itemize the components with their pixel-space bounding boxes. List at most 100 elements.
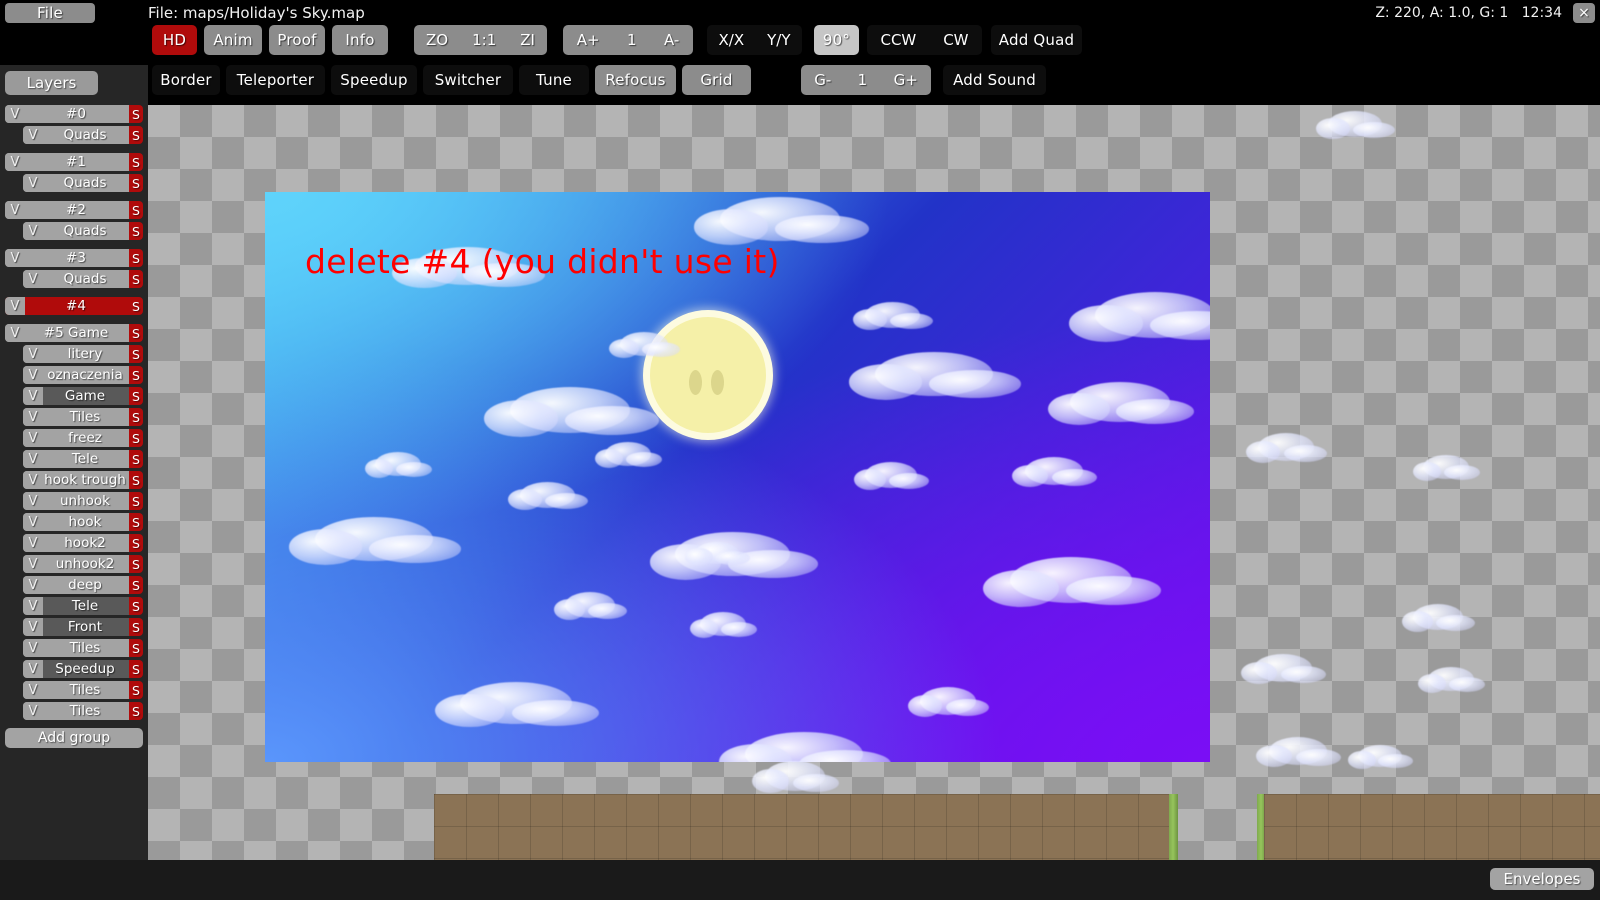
layer-row-body[interactable]: VQuads [23,222,129,240]
layer-visibility-toggle[interactable]: V [23,534,43,552]
flip-x-button[interactable]: X/X [707,25,756,55]
layer-row[interactable]: VTilesS [23,702,143,720]
layer-row-body[interactable]: Vhook [23,513,129,531]
layer-name-label[interactable]: #4 [25,298,129,314]
layer-name-label[interactable]: oznaczenia [43,367,129,383]
layer-solo-toggle[interactable]: S [129,471,143,489]
layer-solo-toggle[interactable]: S [129,201,143,219]
layer-solo-toggle[interactable]: S [129,153,143,171]
refocus-button[interactable]: Refocus [595,65,676,95]
layer-name-label[interactable]: Tiles [43,409,129,425]
layer-row[interactable]: Vhook2S [23,534,143,552]
tile-band-left[interactable] [434,794,1176,860]
layer-name-label[interactable]: unhook2 [43,556,129,572]
layer-name-label[interactable]: Front [43,619,129,635]
layer-row-body[interactable]: Vdeep [23,576,129,594]
layer-name-label[interactable]: Game [43,388,129,404]
border-button[interactable]: Border [152,65,220,95]
layer-group-row[interactable]: V#3S [5,249,143,267]
switcher-button[interactable]: Switcher [423,65,513,95]
layer-row[interactable]: VoznaczeniaS [23,366,143,384]
layer-row-body[interactable]: Vunhook2 [23,555,129,573]
layer-visibility-toggle[interactable]: V [5,105,25,123]
grid-button[interactable]: Grid [682,65,751,95]
rotate-ccw-button[interactable]: CCW [867,25,930,55]
proof-button[interactable]: Proof [269,25,325,55]
layer-solo-toggle[interactable]: S [129,681,143,699]
layer-row[interactable]: VfreezS [23,429,143,447]
layer-row-body[interactable]: Vfreez [23,429,129,447]
layer-row-body[interactable]: V#4 [5,297,129,315]
layer-row-body[interactable]: Vhook2 [23,534,129,552]
layer-row[interactable]: VQuadsS [23,126,143,144]
layer-row-body[interactable]: VTiles [23,408,129,426]
layer-visibility-toggle[interactable]: V [23,387,43,405]
tile-band-right[interactable] [1264,794,1600,860]
layer-name-label[interactable]: Quads [43,127,129,143]
layer-row-body[interactable]: Vhook trough [23,471,129,489]
layer-name-label[interactable]: Quads [43,271,129,287]
layer-row-body[interactable]: VSpeedup [23,660,129,678]
layer-row-body[interactable]: VTele [23,450,129,468]
layer-solo-toggle[interactable]: S [129,555,143,573]
layer-solo-toggle[interactable]: S [129,105,143,123]
layer-name-label[interactable]: freez [43,430,129,446]
layer-row[interactable]: VQuadsS [23,270,143,288]
layer-visibility-toggle[interactable]: V [23,555,43,573]
layer-solo-toggle[interactable]: S [129,366,143,384]
layer-name-label[interactable]: hook2 [43,535,129,551]
layer-solo-toggle[interactable]: S [129,387,143,405]
add-quad-button[interactable]: Add Quad [991,25,1082,55]
layer-visibility-toggle[interactable]: V [5,249,25,267]
layer-row[interactable]: Vhook troughS [23,471,143,489]
layer-visibility-toggle[interactable]: V [5,297,25,315]
layer-name-label[interactable]: unhook [43,493,129,509]
layer-solo-toggle[interactable]: S [129,492,143,510]
layer-name-label[interactable]: #3 [25,250,129,266]
layer-name-label[interactable]: Speedup [43,661,129,677]
layer-name-label[interactable]: #2 [25,202,129,218]
sky-quad-layer[interactable]: delete #4 (you didn't use it) [265,192,1210,762]
layer-visibility-toggle[interactable]: V [23,270,43,288]
layer-row[interactable]: VdeepS [23,576,143,594]
layer-row-body[interactable]: V#2 [5,201,129,219]
layer-group-row[interactable]: V#0S [5,105,143,123]
layer-solo-toggle[interactable]: S [129,324,143,342]
layer-row-body[interactable]: VQuads [23,174,129,192]
layer-group-row[interactable]: V#5 GameS [5,324,143,342]
layer-row-body[interactable]: V#5 Game [5,324,129,342]
layer-row-body[interactable]: Vlitery [23,345,129,363]
layer-visibility-toggle[interactable]: V [23,618,43,636]
layer-name-label[interactable]: #0 [25,106,129,122]
layer-row-body[interactable]: VTiles [23,639,129,657]
layer-solo-toggle[interactable]: S [129,345,143,363]
layer-visibility-toggle[interactable]: V [23,639,43,657]
grid-increase-button[interactable]: G+ [880,65,931,95]
layer-solo-toggle[interactable]: S [129,597,143,615]
zoom-out-button[interactable]: ZO [414,25,460,55]
map-viewport[interactable]: delete #4 (you didn't use it) [148,105,1600,860]
zoom-in-button[interactable]: ZI [508,25,547,55]
hd-button[interactable]: HD [152,25,197,55]
layer-row[interactable]: VQuadsS [23,222,143,240]
layer-row-body[interactable]: VQuads [23,270,129,288]
layer-name-label[interactable]: hook trough [43,472,129,488]
layer-row[interactable]: VSpeedupS [23,660,143,678]
layer-visibility-toggle[interactable]: V [23,222,43,240]
layer-name-label[interactable]: deep [43,577,129,593]
layer-row[interactable]: VFrontS [23,618,143,636]
layer-solo-toggle[interactable]: S [129,576,143,594]
layer-row-body[interactable]: Voznaczenia [23,366,129,384]
layer-visibility-toggle[interactable]: V [5,201,25,219]
layer-visibility-toggle[interactable]: V [23,702,43,720]
layer-row-body[interactable]: V#0 [5,105,129,123]
layer-row[interactable]: VTilesS [23,639,143,657]
envelopes-button[interactable]: Envelopes [1490,868,1594,890]
layer-row[interactable]: VTilesS [23,681,143,699]
layer-name-label[interactable]: Tiles [43,640,129,656]
layer-solo-toggle[interactable]: S [129,513,143,531]
teleporter-button[interactable]: Teleporter [226,65,325,95]
layer-name-label[interactable]: Tiles [43,703,129,719]
layer-visibility-toggle[interactable]: V [23,408,43,426]
layer-solo-toggle[interactable]: S [129,450,143,468]
